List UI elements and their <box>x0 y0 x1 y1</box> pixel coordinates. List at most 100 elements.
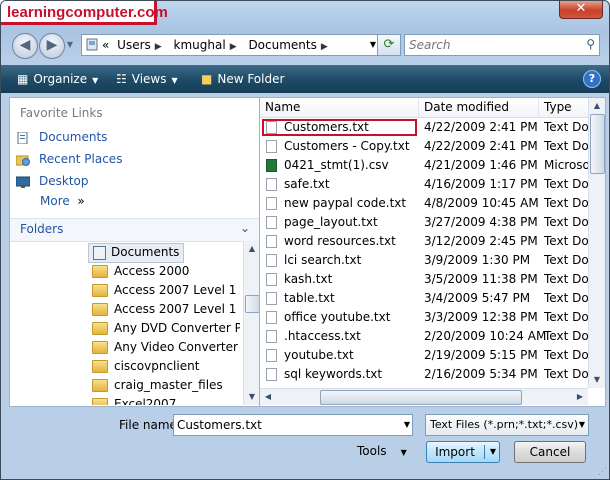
scroll-thumb[interactable] <box>590 114 605 174</box>
folder-tree-scrollbar[interactable]: ▲ ▼ <box>243 241 260 405</box>
horizontal-scroll-thumb[interactable] <box>320 390 522 405</box>
search-box[interactable]: ⚲ <box>404 34 600 56</box>
file-date-cell: 4/22/2009 2:41 PM <box>424 139 538 153</box>
file-type-cell: Text Doc <box>544 329 588 343</box>
column-date-modified[interactable]: Date modified <box>419 98 539 117</box>
file-type-select[interactable]: Text Files (*.prn;*.txt;*.csv) ▼ <box>425 414 589 436</box>
tree-item-documents[interactable]: Documents <box>88 243 185 263</box>
breadcrumb-users[interactable]: Users <box>117 38 151 52</box>
import-button[interactable]: Import ▼ <box>426 441 500 463</box>
text-file-icon <box>266 292 277 305</box>
folders-header[interactable]: Folders ⌄ <box>10 218 260 242</box>
new-folder-button[interactable]: ■ New Folder <box>201 65 284 93</box>
tree-item[interactable]: Any DVD Converter Prof <box>92 319 240 338</box>
tree-item[interactable]: Any Video Converter <box>92 338 238 357</box>
views-label: Views <box>131 72 167 86</box>
file-name-cell: Customers - Copy.txt <box>266 137 418 156</box>
file-name-combobox[interactable]: ▼ <box>173 414 413 436</box>
chevron-down-icon: ▼ <box>171 76 178 85</box>
breadcrumb-overflow[interactable]: « <box>102 38 109 52</box>
favorite-desktop[interactable]: Desktop <box>16 171 89 191</box>
file-row[interactable]: kash.txt 3/5/2009 11:38 PM Text Doc <box>260 270 588 289</box>
file-list-scrollbar[interactable]: ▲ ▼ <box>588 98 605 388</box>
file-row[interactable]: Customers - Copy.txt 4/22/2009 2:41 PM Tex… <box>260 137 588 156</box>
chevron-right-icon[interactable]: ▶ <box>230 42 237 52</box>
file-row[interactable]: office youtube.txt 3/3/2009 12:38 PM Text … <box>260 308 588 327</box>
file-row[interactable]: lci search.txt 3/9/2009 1:30 PM Text Doc <box>260 251 588 270</box>
cancel-button[interactable]: Cancel <box>514 441 586 463</box>
file-type-cell: Text Doc <box>544 367 588 381</box>
organize-icon: ▦ <box>17 72 29 86</box>
file-name-cell: page_layout.txt <box>266 213 418 232</box>
horizontal-scrollbar[interactable]: ◀ ▶ <box>260 388 588 405</box>
tree-item[interactable]: Excel2007 <box>92 395 176 405</box>
file-row[interactable]: Customers.txt 4/22/2009 2:41 PM Text Doc <box>260 118 588 137</box>
views-button[interactable]: ☷ Views ▼ <box>116 65 178 93</box>
tree-item[interactable]: Access 2007 Level 1 <box>92 281 236 300</box>
views-icon: ☷ <box>116 72 127 86</box>
file-date-cell: 4/22/2009 2:41 PM <box>424 120 538 134</box>
file-list-pane: Name Date modified Type Customers.txt 4/2… <box>259 97 606 407</box>
file-type-cell: Microso <box>544 158 588 172</box>
address-bar[interactable]: « Users ▶ kmughal ▶ Documents ▶ ▼ ⟳ <box>81 34 401 56</box>
more-label: More <box>40 194 70 208</box>
file-type-cell: Text Doc <box>544 253 588 267</box>
more-favorites-link[interactable]: More » <box>40 194 85 208</box>
file-row[interactable]: new paypal code.txt 4/8/2009 10:45 AM Text… <box>260 194 588 213</box>
tree-item[interactable]: Access 2007 Level 1 ISM <box>92 300 240 319</box>
tree-root-label: Documents <box>111 245 180 259</box>
close-button[interactable]: ✕ <box>559 1 603 19</box>
tree-item[interactable]: craig_master_files <box>92 376 223 395</box>
chevron-down-icon[interactable]: ▼ <box>404 415 410 435</box>
scroll-down-icon[interactable]: ▼ <box>244 389 260 405</box>
file-row[interactable]: safe.txt 4/16/2009 1:17 PM Text Doc <box>260 175 588 194</box>
breadcrumb: « Users ▶ kmughal ▶ Documents ▶ <box>102 35 336 55</box>
file-row[interactable]: page_layout.txt 3/27/2009 4:38 PM Text Doc <box>260 213 588 232</box>
file-date-cell: 2/19/2009 5:15 PM <box>424 348 538 362</box>
file-date-cell: 3/3/2009 12:38 PM <box>424 310 538 324</box>
file-name-label: File name: <box>119 418 181 432</box>
chevron-right-icon[interactable]: ▶ <box>321 42 328 52</box>
file-name-cell: word resources.txt <box>266 232 418 251</box>
column-name[interactable]: Name <box>260 98 419 117</box>
scroll-right-icon[interactable]: ▶ <box>572 389 588 405</box>
import-dropdown-icon[interactable]: ▼ <box>490 442 496 462</box>
refresh-button[interactable]: ⟳ <box>377 34 401 56</box>
breadcrumb-documents[interactable]: Documents <box>248 38 316 52</box>
text-file-icon <box>266 197 277 210</box>
file-row[interactable]: 0421_stmt(1).csv 4/21/2009 1:46 PM Microso <box>260 156 588 175</box>
back-button[interactable]: ◀ <box>12 33 38 59</box>
chevron-right-icon[interactable]: ▶ <box>155 42 162 52</box>
file-name-input[interactable] <box>174 415 389 435</box>
file-row[interactable]: table.txt 3/4/2009 5:47 PM Text Doc <box>260 289 588 308</box>
breadcrumb-kmughal[interactable]: kmughal <box>174 38 226 52</box>
file-row[interactable]: youtube.txt 2/19/2009 5:15 PM Text Doc <box>260 346 588 365</box>
forward-button[interactable]: ▶ <box>39 33 65 59</box>
tools-menu-button[interactable]: Tools ▼ <box>357 444 407 458</box>
file-row[interactable]: .htaccess.txt 2/20/2009 10:24 AMText Doc <box>260 327 588 346</box>
scroll-left-icon[interactable]: ◀ <box>260 389 276 405</box>
file-row[interactable]: word resources.txt 3/12/2009 2:45 PM Text … <box>260 232 588 251</box>
recent-pages-dropdown[interactable]: ▼ <box>64 33 76 57</box>
scroll-up-icon[interactable]: ▲ <box>244 241 260 257</box>
file-row[interactable]: sql keywords.txt 2/16/2009 5:34 PM Text Do… <box>260 365 588 384</box>
favorite-recent-places[interactable]: Recent Places <box>16 149 122 169</box>
scroll-down-icon[interactable]: ▼ <box>589 372 605 388</box>
tree-item[interactable]: ciscovpnclient <box>92 357 199 376</box>
refresh-icon: ⟳ <box>383 37 395 52</box>
column-headers: Name Date modified Type <box>260 98 599 118</box>
favorite-documents[interactable]: Documents <box>16 127 107 147</box>
help-button[interactable]: ? <box>583 70 601 88</box>
split-divider <box>484 445 485 459</box>
resize-grip-icon[interactable]: ⋰ <box>598 467 607 477</box>
tree-item[interactable]: Access 2000 <box>92 262 189 281</box>
organize-button[interactable]: ▦ Organize ▼ <box>17 65 98 93</box>
file-type-cell: Text Doc <box>544 215 588 229</box>
scroll-thumb[interactable] <box>245 295 260 313</box>
search-input[interactable] <box>405 35 571 55</box>
folders-label: Folders <box>20 222 64 236</box>
file-date-cell: 3/5/2009 11:38 PM <box>424 272 538 286</box>
scroll-up-icon[interactable]: ▲ <box>589 98 605 114</box>
favorite-links-header: Favorite Links <box>20 106 103 120</box>
search-icon[interactable]: ⚲ <box>586 37 595 51</box>
